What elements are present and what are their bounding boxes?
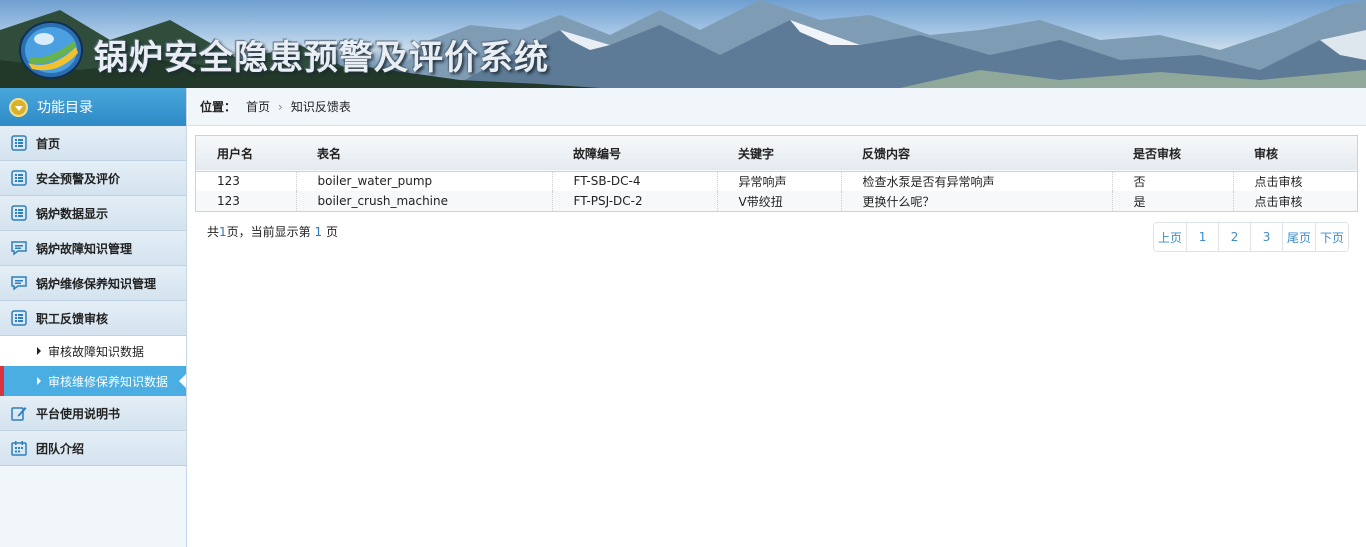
breadcrumb: 位置： 首页 › 知识反馈表 xyxy=(188,88,1366,126)
column-header: 是否审核 xyxy=(1133,146,1182,161)
table-header-row: 用户名 表名 故障编号 关键字 反馈内容 是否审核 审核 xyxy=(196,136,1357,171)
sidebar-item-label: 安全预警及评价 xyxy=(36,171,121,186)
column-header: 故障编号 xyxy=(573,146,622,161)
sidebar-item-home[interactable]: 首页 xyxy=(0,126,186,161)
sidebar-subitem-review-maintenance[interactable]: 审核维修保养知识数据 xyxy=(0,366,186,396)
sidebar-item-feedback-review[interactable]: 职工反馈审核 xyxy=(0,301,186,336)
cell-username: 123 xyxy=(196,171,297,191)
caret-right-icon xyxy=(37,377,41,385)
sidebar-item-maintenance-knowledge[interactable]: 锅炉维修保养知识管理 xyxy=(0,266,186,301)
sidebar-item-label: 锅炉维修保养知识管理 xyxy=(36,276,157,291)
breadcrumb-separator-icon: › xyxy=(278,99,283,114)
caret-right-icon xyxy=(37,347,41,355)
summary-prefix: 共 xyxy=(207,225,220,239)
cell-reviewed: 否 xyxy=(1112,171,1234,191)
sidebar-item-team[interactable]: 团队介绍 xyxy=(0,431,186,466)
sidebar-item-safety-warning[interactable]: 安全预警及评价 xyxy=(0,161,186,196)
page-button[interactable]: 1 xyxy=(1186,223,1219,251)
table-row: 123 boiler_water_pump FT-SB-DC-4 异常响声 检查… xyxy=(196,171,1357,191)
table-row: 123 boiler_crush_machine FT-PSJ-DC-2 V带绞… xyxy=(196,191,1357,211)
summary-suffix: 页 xyxy=(322,225,338,239)
sidebar-item-boiler-data[interactable]: 锅炉数据显示 xyxy=(0,196,186,231)
app-title: 锅炉安全隐患预警及评价系统 xyxy=(94,38,549,78)
next-page-button[interactable]: 下页 xyxy=(1315,223,1349,251)
sidebar-item-manual[interactable]: 平台使用说明书 xyxy=(0,396,186,431)
breadcrumb-label: 位置： xyxy=(200,100,237,114)
sidebar-item-label: 团队介绍 xyxy=(36,441,85,456)
sidebar-header-label: 功能目录 xyxy=(37,100,93,116)
cell-keyword: 异常响声 xyxy=(717,171,842,191)
sidebar-item-label: 职工反馈审核 xyxy=(36,311,109,326)
breadcrumb-home-link[interactable]: 首页 xyxy=(246,98,270,115)
page-button[interactable]: 2 xyxy=(1218,223,1251,251)
sidebar-item-label: 锅炉故障知识管理 xyxy=(36,241,133,256)
cell-feedback: 检查水泵是否有异常响声 xyxy=(841,171,1113,191)
page-summary: 共1页，当前显示第 1 页 xyxy=(207,223,338,240)
last-page-button[interactable]: 尾页 xyxy=(1282,223,1316,251)
list-icon xyxy=(11,310,27,326)
cell-reviewed: 是 xyxy=(1112,191,1234,211)
sidebar: 功能目录 首页 安全预警及评价 锅炉数据显示 锅炉故障知识管理 锅炉维修保养知识… xyxy=(0,88,187,547)
cell-username: 123 xyxy=(196,191,297,211)
edit-icon xyxy=(11,405,27,421)
column-header: 关键字 xyxy=(738,146,775,161)
prev-page-button[interactable]: 上页 xyxy=(1154,223,1187,251)
comment-icon xyxy=(11,275,27,291)
column-header: 用户名 xyxy=(217,146,254,161)
sidebar-subitem-review-fault[interactable]: 审核故障知识数据 xyxy=(0,336,186,366)
cell-keyword: V带绞扭 xyxy=(717,191,842,211)
cell-fault-code: FT-SB-DC-4 xyxy=(552,171,718,191)
sidebar-item-label: 锅炉数据显示 xyxy=(36,206,109,221)
page-button[interactable]: 3 xyxy=(1250,223,1283,251)
summary-middle: 页，当前显示第 xyxy=(226,225,315,239)
column-header: 审核 xyxy=(1254,146,1279,161)
sidebar-header[interactable]: 功能目录 xyxy=(0,88,186,126)
sidebar-subitem-label: 审核故障知识数据 xyxy=(48,344,145,359)
pagination: 上页 1 2 3 尾页 下页 xyxy=(1153,222,1350,252)
list-icon xyxy=(11,135,27,151)
calendar-icon xyxy=(11,440,27,456)
app-logo xyxy=(19,21,83,79)
sidebar-item-fault-knowledge[interactable]: 锅炉故障知识管理 xyxy=(0,231,186,266)
feedback-table: 用户名 表名 故障编号 关键字 反馈内容 是否审核 审核 123 boiler_… xyxy=(195,135,1358,212)
cell-fault-code: FT-PSJ-DC-2 xyxy=(552,191,718,211)
summary-current-page: 1 xyxy=(314,225,323,239)
sidebar-subitem-label: 审核维修保养知识数据 xyxy=(48,374,169,389)
sidebar-item-label: 首页 xyxy=(36,136,61,151)
comment-icon xyxy=(11,240,27,256)
list-icon xyxy=(11,205,27,221)
column-header: 反馈内容 xyxy=(862,146,911,161)
column-header: 表名 xyxy=(317,146,342,161)
cell-table-name: boiler_crush_machine xyxy=(296,191,553,211)
review-link[interactable]: 点击审核 xyxy=(1233,191,1357,211)
cell-feedback: 更换什么呢？ xyxy=(841,191,1113,211)
summary-total-pages: 1 xyxy=(219,225,227,239)
sidebar-item-label: 平台使用说明书 xyxy=(36,406,121,421)
chevron-down-icon xyxy=(9,97,28,117)
breadcrumb-current: 知识反馈表 xyxy=(290,100,351,114)
review-link[interactable]: 点击审核 xyxy=(1233,171,1357,191)
cell-table-name: boiler_water_pump xyxy=(296,171,553,191)
list-icon xyxy=(11,170,27,186)
header-banner: 锅炉安全隐患预警及评价系统 xyxy=(0,0,1366,88)
